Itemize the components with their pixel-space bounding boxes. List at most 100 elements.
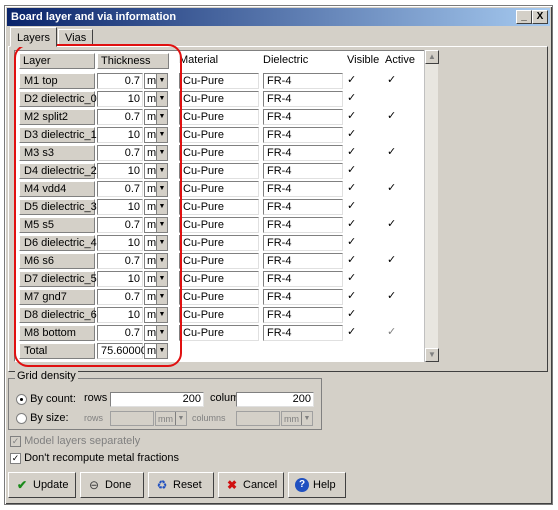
material-input[interactable]: Cu-Pure	[179, 181, 259, 197]
by-size-radio[interactable]	[16, 412, 27, 424]
columns-count-input[interactable]: 200	[236, 392, 314, 407]
thickness-unit-select[interactable]: mil ▼	[144, 271, 168, 287]
thickness-unit-select[interactable]: mil ▼	[144, 91, 168, 107]
thickness-input[interactable]: 10	[97, 235, 143, 251]
thickness-input[interactable]: 10	[97, 307, 143, 323]
thickness-input[interactable]: 10	[97, 127, 143, 143]
active-checkbox[interactable]	[387, 235, 401, 251]
rows-count-input[interactable]: 200	[110, 392, 204, 407]
scroll-down-arrow-icon[interactable]: ▼	[425, 348, 439, 362]
thickness-unit-select[interactable]: mil ▼	[144, 289, 168, 305]
thickness-input[interactable]: 0.7	[97, 325, 143, 341]
active-checkbox[interactable]	[387, 127, 401, 143]
done-button[interactable]: ⊖ Done	[80, 472, 144, 498]
dielectric-input[interactable]: FR-4	[263, 145, 343, 161]
active-checkbox[interactable]: ✓	[387, 73, 401, 89]
material-input[interactable]: Cu-Pure	[179, 127, 259, 143]
update-button[interactable]: ✔ Update	[8, 472, 76, 498]
dielectric-input[interactable]: FR-4	[263, 307, 343, 323]
size-rows-input[interactable]	[110, 411, 154, 426]
active-checkbox[interactable]: ✓	[387, 181, 401, 197]
thickness-input[interactable]: 0.7	[97, 289, 143, 305]
thickness-unit-select[interactable]: mil ▼	[144, 127, 168, 143]
active-checkbox[interactable]: ✓	[387, 253, 401, 269]
header-layer[interactable]: Layer	[19, 53, 95, 69]
material-input[interactable]: Cu-Pure	[179, 325, 259, 341]
visible-checkbox[interactable]: ✓	[347, 163, 361, 179]
active-checkbox[interactable]	[387, 199, 401, 215]
visible-checkbox[interactable]: ✓	[347, 199, 361, 215]
dielectric-input[interactable]: FR-4	[263, 217, 343, 233]
thickness-input[interactable]: 0.7	[97, 109, 143, 125]
thickness-unit-select[interactable]: mil ▼	[144, 307, 168, 323]
thickness-input[interactable]: 0.7	[97, 217, 143, 233]
material-input[interactable]: Cu-Pure	[179, 163, 259, 179]
thickness-input[interactable]: 0.7	[97, 181, 143, 197]
visible-checkbox[interactable]: ✓	[347, 145, 361, 161]
visible-checkbox[interactable]: ✓	[347, 235, 361, 251]
thickness-input[interactable]: 0.7	[97, 253, 143, 269]
thickness-input[interactable]: 0.7	[97, 145, 143, 161]
visible-checkbox[interactable]: ✓	[347, 253, 361, 269]
scroll-up-arrow-icon[interactable]: ▲	[425, 50, 439, 64]
size-rows-unit-select[interactable]: mm ▼	[155, 411, 187, 426]
dielectric-input[interactable]: FR-4	[263, 289, 343, 305]
material-input[interactable]: Cu-Pure	[179, 199, 259, 215]
active-checkbox[interactable]: ✓	[387, 145, 401, 161]
dielectric-input[interactable]: FR-4	[263, 73, 343, 89]
active-checkbox[interactable]	[387, 271, 401, 287]
thickness-input[interactable]: 10	[97, 199, 143, 215]
visible-checkbox[interactable]: ✓	[347, 91, 361, 107]
material-input[interactable]: Cu-Pure	[179, 235, 259, 251]
size-columns-input[interactable]	[236, 411, 280, 426]
dielectric-input[interactable]: FR-4	[263, 127, 343, 143]
dielectric-input[interactable]: FR-4	[263, 271, 343, 287]
material-input[interactable]: Cu-Pure	[179, 217, 259, 233]
active-checkbox[interactable]: ✓	[387, 325, 401, 341]
dielectric-input[interactable]: FR-4	[263, 253, 343, 269]
active-checkbox[interactable]	[387, 163, 401, 179]
cancel-button[interactable]: ✖ Cancel	[218, 472, 284, 498]
active-checkbox[interactable]	[387, 91, 401, 107]
tab-layers[interactable]: Layers	[10, 27, 58, 47]
thickness-unit-select[interactable]: mil ▼	[144, 109, 168, 125]
thickness-unit-select[interactable]: mil ▼	[144, 253, 168, 269]
visible-checkbox[interactable]: ✓	[347, 181, 361, 197]
thickness-unit-select[interactable]: mil ▼	[144, 73, 168, 89]
thickness-unit-select[interactable]: mil ▼	[144, 163, 168, 179]
thickness-unit-select[interactable]: mil ▼	[144, 325, 168, 341]
dielectric-input[interactable]: FR-4	[263, 235, 343, 251]
material-input[interactable]: Cu-Pure	[179, 253, 259, 269]
visible-checkbox[interactable]: ✓	[347, 73, 361, 89]
thickness-unit-select[interactable]: mil ▼	[144, 145, 168, 161]
visible-checkbox[interactable]: ✓	[347, 109, 361, 125]
material-input[interactable]: Cu-Pure	[179, 91, 259, 107]
material-input[interactable]: Cu-Pure	[179, 307, 259, 323]
dielectric-input[interactable]: FR-4	[263, 163, 343, 179]
model-layers-checkbox[interactable]: ✓	[10, 435, 21, 447]
close-button[interactable]: X	[532, 10, 548, 24]
material-input[interactable]: Cu-Pure	[179, 73, 259, 89]
dielectric-input[interactable]: FR-4	[263, 109, 343, 125]
dielectric-input[interactable]: FR-4	[263, 181, 343, 197]
tab-vias[interactable]: Vias	[58, 29, 94, 47]
table-scrollbar[interactable]: ▲ ▼	[424, 50, 439, 362]
active-checkbox[interactable]: ✓	[387, 109, 401, 125]
visible-checkbox[interactable]: ✓	[347, 217, 361, 233]
active-checkbox[interactable]	[387, 307, 401, 323]
size-columns-unit-select[interactable]: mm ▼	[281, 411, 313, 426]
material-input[interactable]: Cu-Pure	[179, 145, 259, 161]
dont-recompute-checkbox[interactable]: ✓	[10, 452, 21, 464]
active-checkbox[interactable]: ✓	[387, 289, 401, 305]
visible-checkbox[interactable]: ✓	[347, 271, 361, 287]
reset-button[interactable]: ♻ Reset	[148, 472, 214, 498]
dielectric-input[interactable]: FR-4	[263, 91, 343, 107]
total-unit-select[interactable]: mil ▼	[144, 343, 168, 359]
thickness-input[interactable]: 0.7	[97, 73, 143, 89]
material-input[interactable]: Cu-Pure	[179, 109, 259, 125]
header-thickness[interactable]: Thickness	[97, 53, 169, 69]
thickness-input[interactable]: 10	[97, 271, 143, 287]
material-input[interactable]: Cu-Pure	[179, 271, 259, 287]
visible-checkbox[interactable]: ✓	[347, 307, 361, 323]
thickness-input[interactable]: 10	[97, 163, 143, 179]
